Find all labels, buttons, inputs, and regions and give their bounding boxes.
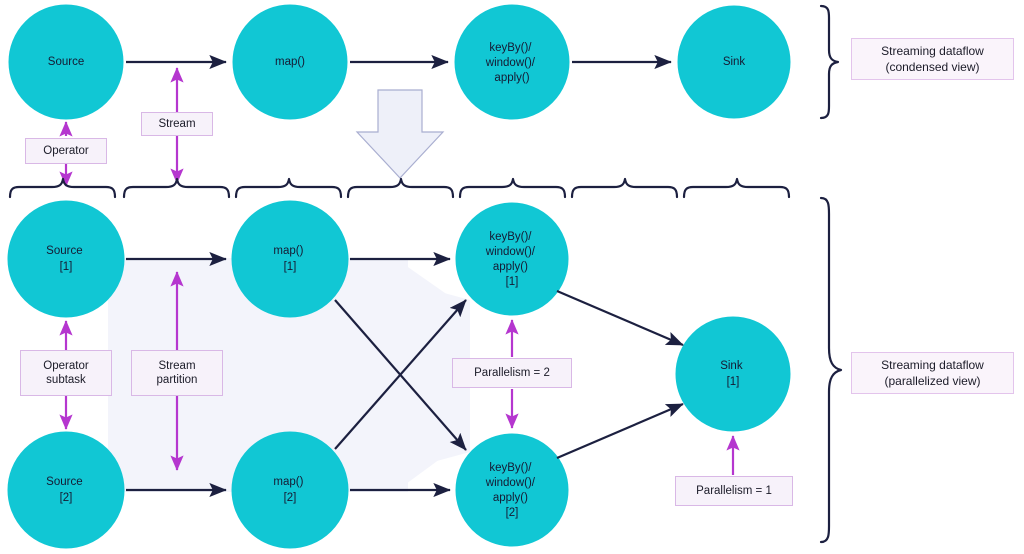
condensed-view-label: Streaming dataflow (condensed view) [851, 38, 1014, 80]
node-map-condensed[interactable] [232, 4, 348, 120]
node-source-condensed[interactable] [8, 4, 124, 120]
parallel-column-braces [8, 177, 791, 199]
edge-keyby1-to-sink [556, 289, 684, 347]
parallel-view-brace [819, 196, 843, 544]
node-map-1[interactable] [231, 200, 349, 318]
node-map-2[interactable] [231, 431, 349, 549]
transition-down-arrow [355, 89, 445, 179]
node-keyby-condensed[interactable] [454, 4, 570, 120]
parallelism-1-label-box: Parallelism = 1 [675, 476, 793, 506]
parallelism-2-label-box: Parallelism = 2 [452, 358, 572, 388]
edge-keyby2-to-sink [556, 402, 684, 460]
stream-label-box: Stream [141, 112, 213, 136]
node-keyby-1[interactable] [455, 202, 569, 316]
node-sink-1[interactable] [675, 316, 791, 432]
stream-partition-label-box: Stream partition [131, 350, 223, 396]
node-source-2[interactable] [7, 431, 125, 549]
diagram-canvas: Source map() keyBy()/ window()/ apply() … [0, 0, 1024, 554]
node-sink-condensed[interactable] [677, 5, 791, 119]
node-keyby-2[interactable] [455, 433, 569, 547]
dataflow-diagram-svg [7, 4, 843, 549]
condensed-view-brace [819, 4, 840, 120]
node-source-1[interactable] [7, 200, 125, 318]
operator-label-box: Operator [25, 138, 107, 164]
operator-subtask-label-box: Operator subtask [20, 350, 112, 396]
parallelized-view-label: Streaming dataflow (parallelized view) [851, 352, 1014, 394]
